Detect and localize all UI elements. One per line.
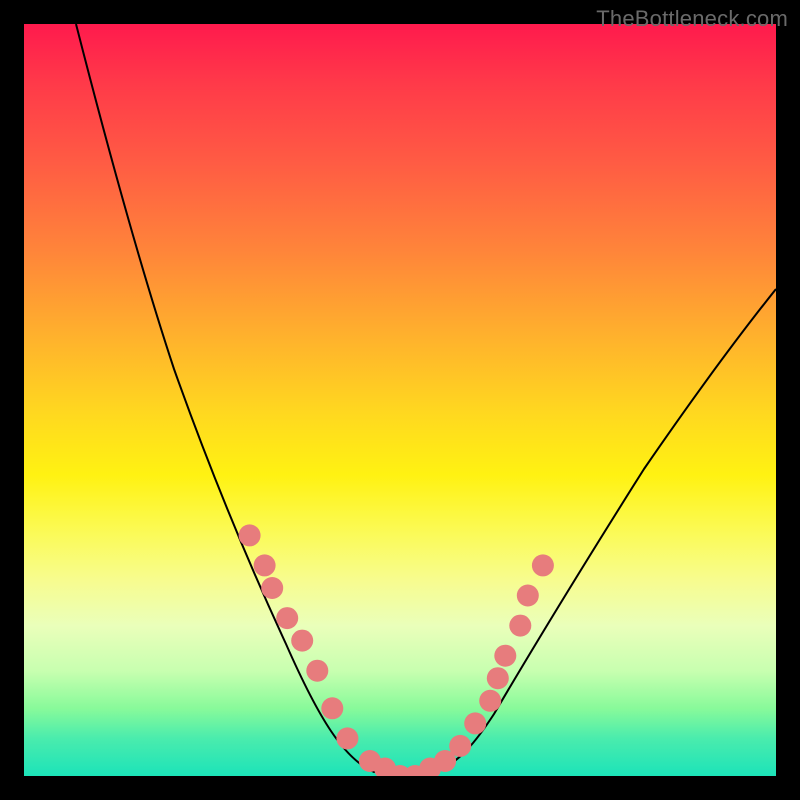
curve-marker [532, 554, 554, 576]
curve-marker [517, 585, 539, 607]
curve-marker [261, 577, 283, 599]
curve-svg [24, 24, 776, 776]
curve-marker [291, 630, 313, 652]
curve-marker [494, 645, 516, 667]
curve-marker [464, 712, 486, 734]
watermark-text: TheBottleneck.com [596, 6, 788, 32]
bottleneck-curve [76, 24, 776, 772]
chart-stage: TheBottleneck.com [0, 0, 800, 800]
curve-marker [254, 554, 276, 576]
curve-marker [487, 667, 509, 689]
plot-area [24, 24, 776, 776]
curve-marker [449, 735, 471, 757]
curve-marker [479, 690, 501, 712]
curve-marker [276, 607, 298, 629]
marker-group [239, 524, 554, 776]
curve-marker [336, 727, 358, 749]
curve-marker [509, 615, 531, 637]
curve-marker [306, 660, 328, 682]
curve-marker [321, 697, 343, 719]
curve-marker [239, 524, 261, 546]
